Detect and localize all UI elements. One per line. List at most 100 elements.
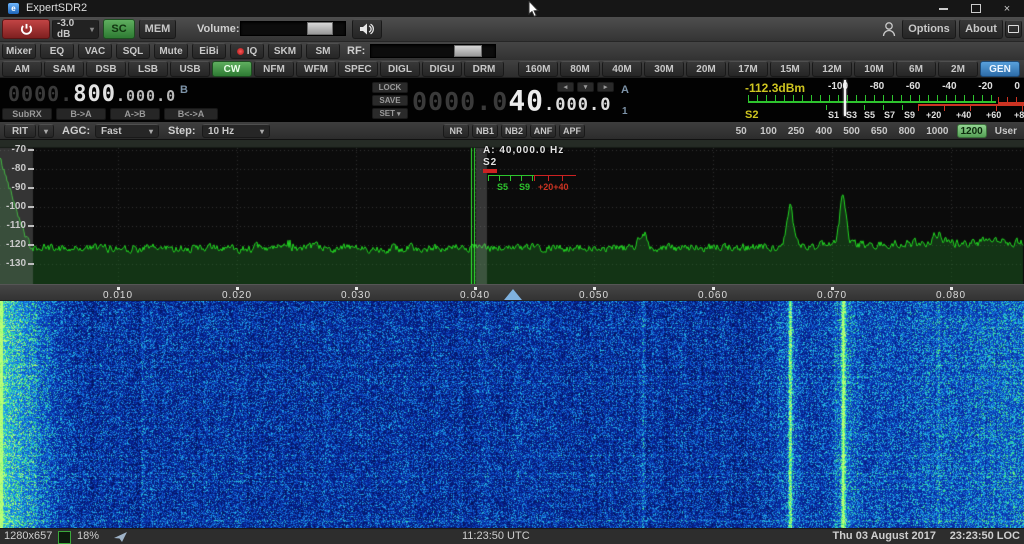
frequency-axis[interactable]: 0.0100.0200.0300.0400.0500.0600.0700.080 (0, 284, 1024, 301)
vfo-swap-button[interactable]: B<->A (164, 108, 218, 120)
feature-button-mixer[interactable]: Mixer (2, 43, 36, 59)
mode-button-digu[interactable]: DIGU (422, 61, 462, 77)
band-button-20m[interactable]: 20M (686, 61, 726, 77)
band-buttons: 160M80M40M30M20M17M15M12M10M6M2MGEN (518, 61, 1020, 77)
mute-speaker-button[interactable] (352, 19, 382, 39)
mode-button-drm[interactable]: DRM (464, 61, 504, 77)
tune-left-button[interactable]: ◂ (557, 82, 574, 92)
feature-button-iq[interactable]: IQ (230, 43, 264, 59)
mode-button-dsb[interactable]: DSB (86, 61, 126, 77)
dsp-button-nr[interactable]: NR (443, 124, 469, 138)
options-button[interactable]: Options (902, 19, 956, 39)
mode-button-cw[interactable]: CW (212, 61, 252, 77)
volume-slider-handle[interactable] (307, 22, 333, 35)
zoom-button-50[interactable]: 50 (730, 124, 752, 138)
band-button-15m[interactable]: 15M (770, 61, 810, 77)
rf-gain-slider-handle[interactable] (454, 45, 482, 57)
cpu-load: 18% (77, 530, 99, 542)
feature-button-eq[interactable]: EQ (40, 43, 74, 59)
mode-button-sam-label: SAM (53, 64, 75, 75)
agc-dropdown[interactable]: Fast▾ (95, 124, 159, 138)
power-button[interactable] (2, 19, 50, 39)
band-pointer-icon[interactable] (504, 289, 522, 300)
rit-button[interactable]: RIT (4, 124, 36, 138)
mode-button-am-label: AM (14, 64, 30, 75)
a-to-b-button[interactable]: A->B (110, 108, 160, 120)
speaker-icon (360, 23, 374, 35)
feature-button-sql[interactable]: SQL (116, 43, 150, 59)
tune-down-button[interactable]: ▾ (577, 82, 594, 92)
b-to-a-button[interactable]: B->A (56, 108, 106, 120)
sc-button[interactable]: SC (103, 19, 135, 39)
dsp-button-nb1-label: NB1 (476, 126, 494, 136)
zoom-button-1200[interactable]: 1200 (957, 124, 987, 138)
band-button-12m[interactable]: 12M (812, 61, 852, 77)
rf-gain-slider[interactable] (370, 44, 496, 58)
band-button-40m[interactable]: 40M (602, 61, 642, 77)
db-label-100: -100 (0, 201, 26, 212)
subrx-button[interactable]: SubRX (2, 108, 52, 120)
band-button-gen[interactable]: GEN (980, 61, 1020, 77)
zoom-button-1000-label: 1000 (926, 126, 948, 137)
band-button-80m[interactable]: 80M (560, 61, 600, 77)
tune-right-button[interactable]: ▸ (597, 82, 614, 92)
band-button-30m[interactable]: 30M (644, 61, 684, 77)
feature-button-vac[interactable]: VAC (78, 43, 112, 59)
lock-button[interactable]: LOCK (372, 82, 408, 93)
mode-button-lsb[interactable]: LSB (128, 61, 168, 77)
freq-label-0010: 0.010 (103, 290, 133, 301)
mode-button-nfm[interactable]: NFM (254, 61, 294, 77)
zoom-button-500[interactable]: 500 (840, 124, 863, 138)
maximize-button[interactable] (961, 0, 991, 17)
mini-meter-s9-label: S9 (519, 182, 530, 192)
feature-button-mute-label: Mute (159, 46, 182, 57)
dsp-button-apf[interactable]: APF (559, 124, 585, 138)
chevron-down-icon: ▾ (149, 127, 153, 136)
zoom-button-800[interactable]: 800 (896, 124, 919, 138)
feature-button-eibi[interactable]: EiBi (192, 43, 226, 59)
waterfall-display[interactable] (0, 301, 1024, 528)
mode-button-am[interactable]: AM (2, 61, 42, 77)
minimize-button[interactable] (928, 0, 958, 17)
mode-button-digl[interactable]: DIGL (380, 61, 420, 77)
feature-button-mute[interactable]: Mute (154, 43, 188, 59)
rit-dropdown[interactable]: ▾ (38, 124, 54, 138)
dsp-button-nb2[interactable]: NB2 (501, 124, 527, 138)
zoom-button-user[interactable]: User (992, 124, 1020, 138)
band-button-160m[interactable]: 160M (518, 61, 558, 77)
mode-button-sam[interactable]: SAM (44, 61, 84, 77)
band-button-2m[interactable]: 2M (938, 61, 978, 77)
dsp-button-nb2-label: NB2 (505, 126, 523, 136)
mini-meter-bar (483, 169, 497, 173)
title-bar[interactable]: e ExpertSDR2 × (0, 0, 1024, 17)
step-dropdown[interactable]: 10 Hz▾ (202, 124, 270, 138)
set-dropdown[interactable]: SET▾ (372, 108, 408, 119)
display-toggle-button[interactable] (1005, 20, 1022, 38)
zoom-button-250[interactable]: 250 (785, 124, 808, 138)
volume-slider[interactable] (240, 21, 346, 36)
feature-button-skm[interactable]: SKM (268, 43, 302, 59)
zoom-button-400[interactable]: 400 (813, 124, 836, 138)
band-button-6m[interactable]: 6M (896, 61, 936, 77)
zoom-button-650[interactable]: 650 (868, 124, 891, 138)
mode-button-usb[interactable]: USB (170, 61, 210, 77)
preamp-dropdown[interactable]: -3.0 dB▾ (52, 19, 99, 39)
power-icon (20, 23, 33, 36)
band-button-17m[interactable]: 17M (728, 61, 768, 77)
zoom-button-100[interactable]: 100 (757, 124, 780, 138)
zoom-button-1000[interactable]: 1000 (923, 124, 951, 138)
vfo-b-display[interactable]: 0000.800.000.0 (8, 82, 176, 107)
mem-button[interactable]: MEM (139, 19, 176, 39)
dsp-button-anf[interactable]: ANF (530, 124, 556, 138)
band-button-10m[interactable]: 10M (854, 61, 894, 77)
save-button[interactable]: SAVE (372, 95, 408, 106)
dsp-button-nb1[interactable]: NB1 (472, 124, 498, 138)
mode-button-spec[interactable]: SPEC (338, 61, 378, 77)
utc-time: 11:23:50 UTC (462, 530, 530, 542)
spectrum-display[interactable] (0, 140, 1024, 284)
profile-icon[interactable] (882, 21, 896, 37)
mode-button-wfm[interactable]: WFM (296, 61, 336, 77)
feature-button-sm[interactable]: SM (306, 43, 340, 59)
close-button[interactable]: × (992, 0, 1022, 17)
about-button[interactable]: About (959, 19, 1003, 39)
